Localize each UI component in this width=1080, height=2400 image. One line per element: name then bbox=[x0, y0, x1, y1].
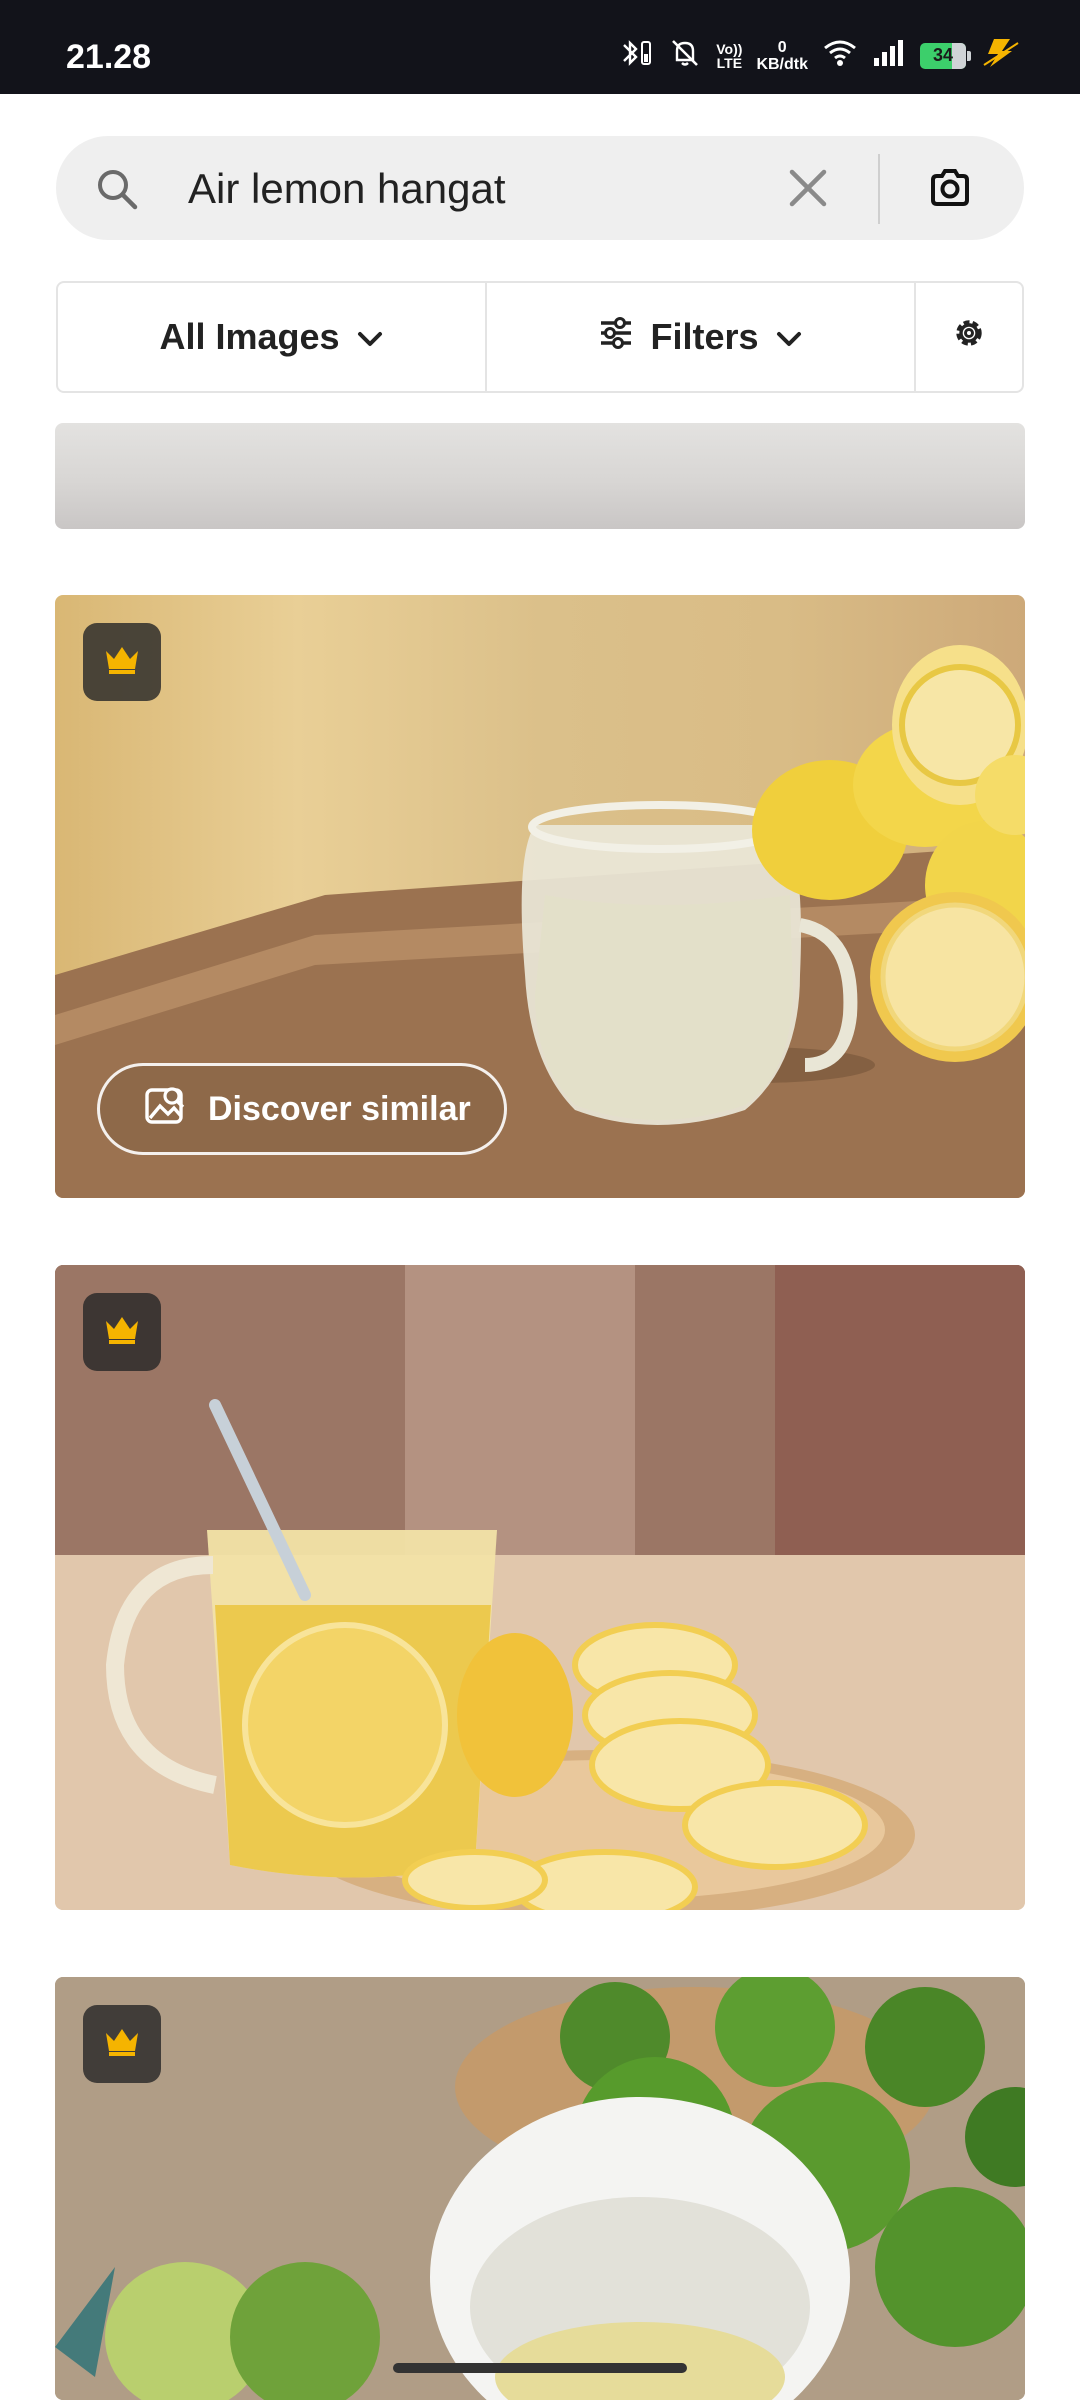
search-icon[interactable] bbox=[96, 168, 138, 215]
charging-icon bbox=[980, 37, 1020, 74]
result-image[interactable] bbox=[55, 423, 1025, 529]
chevron-down-icon bbox=[356, 316, 384, 358]
lime-juice-photo bbox=[55, 1977, 1025, 2400]
status-icons: Vo)) LTE 0 KB/dtk 34 bbox=[618, 36, 1020, 75]
status-bar: 21.28 Vo)) LTE 0 KB/dtk 34 bbox=[0, 0, 1080, 94]
premium-badge bbox=[83, 623, 161, 701]
result-image[interactable]: Discover similar bbox=[55, 595, 1025, 1198]
result-image[interactable] bbox=[55, 1977, 1025, 2400]
lemon-water-photo bbox=[55, 1265, 1025, 1910]
discover-similar-label: Discover similar bbox=[208, 1089, 471, 1128]
filter-bar: All Images Filters bbox=[56, 281, 1024, 393]
crown-icon bbox=[104, 2027, 140, 2062]
mute-bell-icon bbox=[668, 36, 702, 75]
settings-button[interactable] bbox=[916, 283, 1022, 391]
all-images-label: All Images bbox=[159, 316, 340, 357]
wifi-icon bbox=[822, 38, 858, 73]
bluetooth-icon bbox=[618, 36, 654, 75]
close-icon[interactable] bbox=[786, 166, 830, 215]
search-bar bbox=[56, 136, 1024, 240]
camera-icon[interactable] bbox=[928, 166, 972, 215]
discover-similar-button[interactable]: Discover similar bbox=[97, 1063, 507, 1155]
volte-indicator: Vo)) LTE bbox=[716, 40, 743, 71]
battery-indicator: 34 bbox=[920, 42, 971, 69]
crown-icon bbox=[104, 645, 140, 680]
status-time: 21.28 bbox=[66, 38, 152, 76]
search-divider bbox=[878, 154, 880, 224]
network-speed: 0 KB/dtk bbox=[756, 38, 808, 73]
filters-dropdown[interactable]: Filters bbox=[487, 283, 916, 391]
result-image[interactable] bbox=[55, 1265, 1025, 1910]
premium-badge bbox=[83, 2005, 161, 2083]
premium-badge bbox=[83, 1293, 161, 1371]
image-search-icon bbox=[144, 1084, 186, 1135]
chevron-down-icon bbox=[775, 316, 803, 358]
all-images-dropdown[interactable]: All Images bbox=[58, 283, 487, 391]
search-input[interactable] bbox=[186, 160, 810, 218]
crown-icon bbox=[104, 1315, 140, 1350]
signal-icon bbox=[872, 38, 906, 73]
sliders-icon bbox=[598, 316, 634, 358]
home-indicator[interactable] bbox=[393, 2363, 687, 2373]
filters-label: Filters bbox=[650, 316, 759, 357]
gear-icon bbox=[950, 314, 988, 361]
